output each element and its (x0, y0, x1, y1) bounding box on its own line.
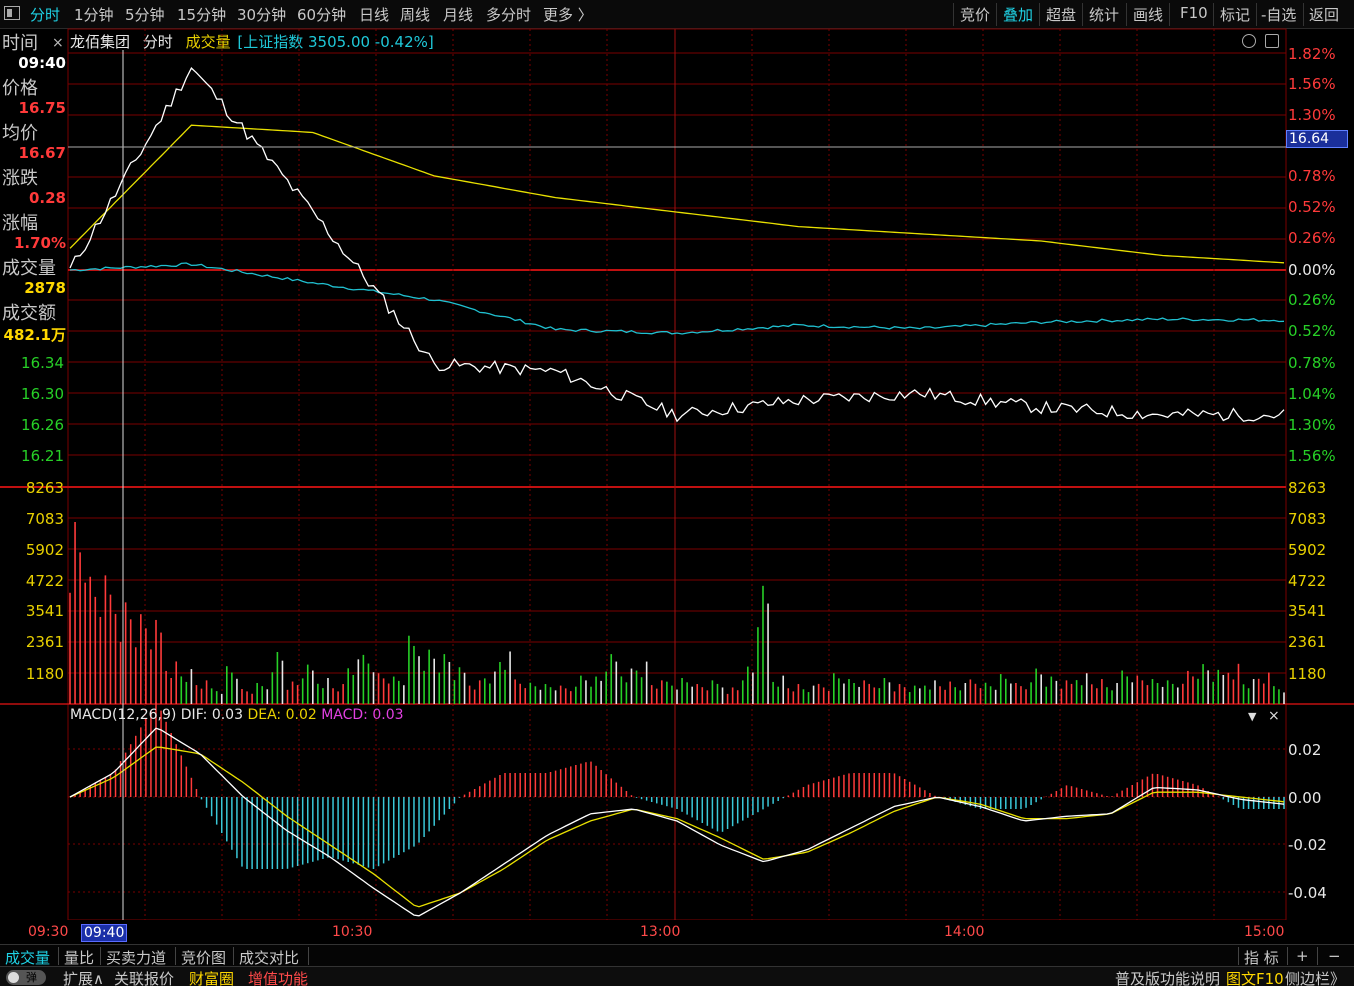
pct-tick: 0.78% (1288, 167, 1336, 185)
tab-buy-sell-force[interactable]: 买卖力道 (106, 947, 166, 968)
price-tick: 16.21 (21, 447, 64, 465)
macd-value: 0.03 (372, 707, 404, 723)
status-bar: 弹 扩展∧ 关联报价 财富圈 增值功能 普及版功能说明 图文F10 侧边栏》 (0, 966, 1354, 986)
volume-tick: 2361 (25, 633, 64, 651)
chart-frame (67, 28, 1287, 920)
time-tick: 13:00 (640, 924, 681, 940)
intraday-chart[interactable] (0, 0, 1354, 920)
toggle-label: 弹 (26, 971, 37, 984)
tab-divider (308, 947, 309, 965)
dea-label: DEA: (247, 707, 282, 723)
pct-tick: 0.26% (1288, 291, 1336, 309)
tab-volume[interactable]: 成交量 (5, 947, 50, 968)
edition-help-link[interactable]: 普及版功能说明 (1115, 968, 1220, 986)
volume-tick: 3541 (1288, 602, 1327, 620)
avg-price-line (69, 124, 1285, 264)
time-tick: 14:00 (944, 924, 985, 940)
volume-tick: 3541 (25, 602, 64, 620)
volume-tick: 1180 (1288, 665, 1327, 683)
pct-tick: 1.56% (1288, 75, 1336, 93)
tab-divider (1238, 947, 1239, 965)
time-tick-selected: 09:40 (81, 924, 128, 942)
time-tick: 10:30 (332, 924, 373, 940)
macd-label: MACD: (321, 707, 368, 723)
indicator-tabs: 成交量 量比 买卖力道 竞价图 成交对比 指 标 + − (0, 944, 1354, 968)
volume-tick: 1180 (25, 665, 64, 683)
add-pane-button[interactable]: + (1296, 947, 1309, 965)
tab-divider (58, 947, 59, 965)
macd-tick: -0.04 (1288, 884, 1327, 902)
chevron-down-icon[interactable]: ▼ (1248, 710, 1256, 723)
volume-tick: 5902 (1288, 541, 1327, 559)
volume-tick: 4722 (25, 572, 64, 590)
macd-tick: 0.00 (1288, 789, 1322, 807)
volume-tick: 2361 (1288, 633, 1327, 651)
dif-label: DIF: (180, 707, 208, 723)
sidebar-toggle[interactable]: 侧边栏》 (1285, 968, 1345, 986)
pct-tick: 1.30% (1288, 106, 1336, 124)
tab-divider (175, 947, 176, 965)
tab-divider (100, 947, 101, 965)
volume-tick: 8263 (1288, 479, 1327, 497)
related-quote-button[interactable]: 关联报价 (114, 968, 174, 986)
close-icon[interactable]: × (1268, 708, 1280, 724)
pct-tick: 1.56% (1288, 447, 1336, 465)
tab-auction-chart[interactable]: 竞价图 (181, 947, 226, 968)
volume-tick: 7083 (1288, 510, 1327, 528)
tab-divider (233, 947, 234, 965)
time-axis: 09:30 09:40 10:30 13:00 14:00 15:00 (0, 920, 1354, 944)
indicator-button[interactable]: 指 标 (1244, 947, 1279, 968)
pct-tick: 1.30% (1288, 416, 1336, 434)
volume-tick: 4722 (1288, 572, 1327, 590)
dea-value: 0.02 (285, 707, 317, 723)
volume-tick: 7083 (25, 510, 64, 528)
value-added-button[interactable]: 增值功能 (248, 968, 308, 986)
f10-link[interactable]: 图文F10 (1226, 968, 1284, 986)
macd-legend: MACD(12,26,9) DIF: 0.03 DEA: 0.02 MACD: … (70, 707, 404, 723)
pct-tick: 0.52% (1288, 322, 1336, 340)
tab-divider (1317, 947, 1318, 965)
pct-tick: 0.26% (1288, 229, 1336, 247)
popup-toggle[interactable]: 弹 (6, 970, 46, 985)
price-tick: 16.26 (21, 416, 64, 434)
pct-tick: 1.82% (1288, 45, 1336, 63)
tab-divider (1287, 947, 1288, 965)
wealth-circle-button[interactable]: 财富圈 (189, 968, 234, 986)
time-tick: 15:00 (1244, 924, 1285, 940)
tab-volume-compare[interactable]: 成交对比 (239, 947, 299, 968)
remove-pane-button[interactable]: − (1328, 947, 1341, 965)
tab-volume-ratio[interactable]: 量比 (64, 947, 94, 968)
pct-tick-zero: 0.00% (1288, 261, 1336, 279)
dif-value: 0.03 (211, 707, 243, 723)
current-price-tag: 16.64 (1286, 130, 1348, 148)
macd-name: MACD(12,26,9) (70, 707, 177, 723)
time-tick: 09:30 (28, 924, 69, 940)
volume-tick: 5902 (25, 541, 64, 559)
pct-tick: 0.52% (1288, 198, 1336, 216)
pct-tick: 1.04% (1288, 385, 1336, 403)
pct-tick: 0.78% (1288, 354, 1336, 372)
price-line (69, 67, 1285, 423)
expand-button[interactable]: 扩展∧ (63, 968, 104, 986)
price-tick: 16.30 (21, 385, 64, 403)
price-tick: 16.34 (21, 354, 64, 372)
macd-tick: 0.02 (1288, 741, 1322, 759)
macd-tick: -0.02 (1288, 836, 1327, 854)
index-overlay-line (69, 262, 1285, 335)
volume-tick: 8263 (25, 479, 64, 497)
